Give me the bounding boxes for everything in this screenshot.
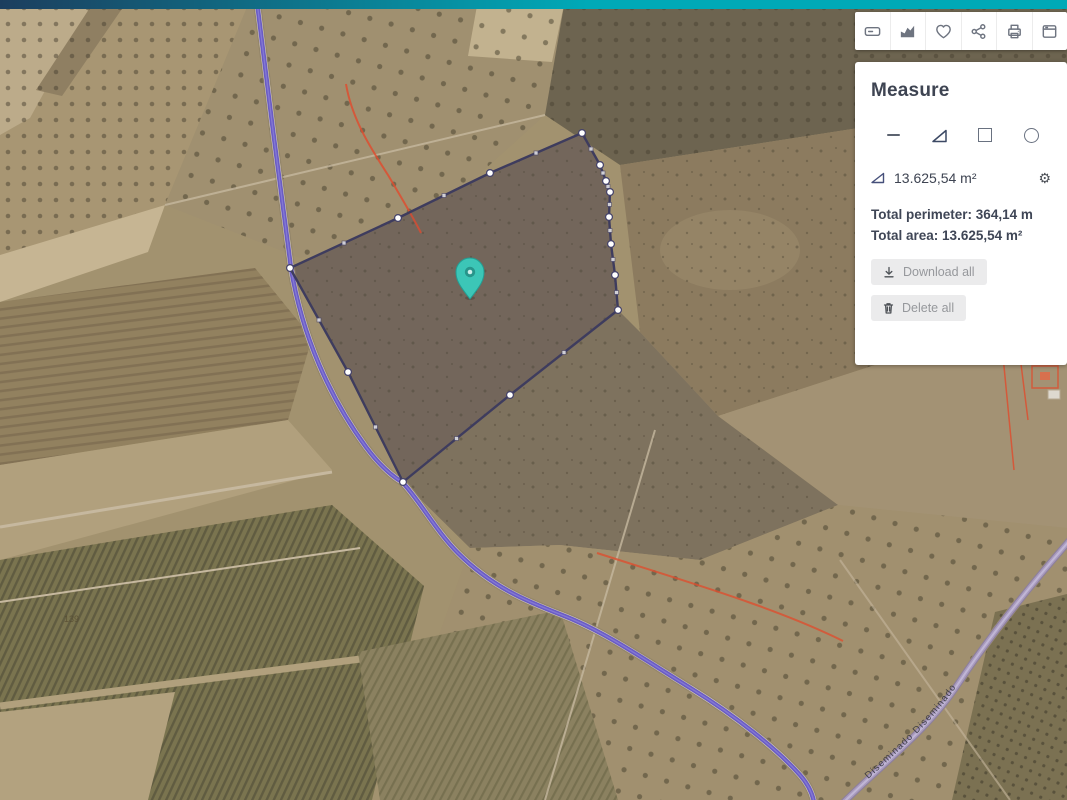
measure-panel: Measure 13.625,54 m² ⚙ Total perimeter: …	[855, 62, 1067, 365]
delete-all-button[interactable]: Delete all	[871, 295, 966, 321]
polygon-vertex-handle[interactable]	[597, 162, 604, 169]
measurement-value: 13.625,54 m²	[894, 170, 977, 186]
polygon-vertex-handle[interactable]	[287, 265, 294, 272]
polygon-midpoint-handle[interactable]	[606, 185, 610, 189]
line-tool[interactable]	[883, 126, 903, 144]
ruler-icon[interactable]	[855, 12, 890, 50]
polygon-vertex-handle[interactable]	[507, 392, 514, 399]
area-tool[interactable]	[929, 126, 949, 144]
panel-actions: Download all Delete all	[871, 259, 1051, 321]
polygon-midpoint-handle[interactable]	[601, 171, 605, 175]
polygon-vertex-handle[interactable]	[603, 178, 610, 185]
polygon-midpoint-handle[interactable]	[374, 425, 378, 429]
window-accent-bar	[0, 0, 1067, 9]
polygon-midpoint-handle[interactable]	[317, 318, 321, 322]
red-roof-building	[1040, 372, 1050, 380]
polygon-midpoint-handle[interactable]	[342, 241, 346, 245]
parcel-number-label: 139	[64, 614, 79, 624]
trash-icon	[883, 302, 894, 314]
map-toolbar	[855, 12, 1067, 50]
measure-tools	[883, 126, 1041, 144]
polygon-midpoint-handle[interactable]	[608, 229, 612, 233]
polygon-midpoint-handle[interactable]	[442, 194, 446, 198]
polygon-midpoint-handle[interactable]	[455, 437, 459, 441]
polygon-midpoint-handle[interactable]	[534, 151, 538, 155]
heart-icon[interactable]	[925, 12, 961, 50]
polygon-midpoint-handle[interactable]	[589, 147, 593, 151]
measurement-totals: Total perimeter: 364,14 m Total area: 13…	[871, 204, 1051, 246]
polygon-vertex-handle[interactable]	[400, 479, 407, 486]
total-area: Total area: 13.625,54 m²	[871, 225, 1051, 246]
download-icon	[883, 266, 895, 278]
polygon-vertex-handle[interactable]	[608, 241, 615, 248]
area-measure-icon	[871, 172, 885, 184]
circle-tool[interactable]	[1021, 126, 1041, 144]
polygon-vertex-handle[interactable]	[606, 214, 613, 221]
polygon-midpoint-handle[interactable]	[608, 203, 612, 207]
panel-title: Measure	[871, 80, 1051, 102]
polygon-vertex-handle[interactable]	[345, 369, 352, 376]
rectangle-tool[interactable]	[975, 126, 995, 144]
total-perimeter: Total perimeter: 364,14 m	[871, 204, 1051, 225]
window-icon[interactable]	[1032, 12, 1067, 50]
gear-icon[interactable]: ⚙	[1038, 171, 1051, 185]
polygon-vertex-handle[interactable]	[395, 215, 402, 222]
chart-icon[interactable]	[890, 12, 926, 50]
polygon-vertex-handle[interactable]	[612, 272, 619, 279]
map-application: Diseminado Diseminado 139	[0, 0, 1067, 800]
polygon-vertex-handle[interactable]	[607, 189, 614, 196]
polygon-vertex-handle[interactable]	[615, 307, 622, 314]
polygon-vertex-handle[interactable]	[579, 130, 586, 137]
measurement-row: 13.625,54 m² ⚙	[871, 170, 1051, 186]
print-icon[interactable]	[996, 12, 1032, 50]
polygon-vertex-handle[interactable]	[487, 170, 494, 177]
share-icon[interactable]	[961, 12, 997, 50]
download-all-button[interactable]: Download all	[871, 259, 987, 285]
polygon-midpoint-handle[interactable]	[615, 291, 619, 295]
polygon-midpoint-handle[interactable]	[611, 258, 615, 262]
polygon-midpoint-handle[interactable]	[562, 351, 566, 355]
building	[1048, 390, 1060, 399]
